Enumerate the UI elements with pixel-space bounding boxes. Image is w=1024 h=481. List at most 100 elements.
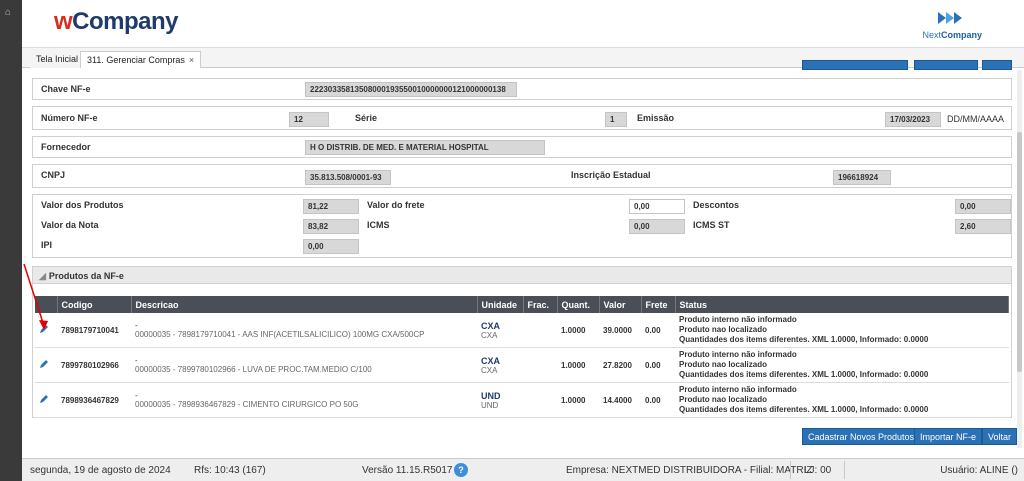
valor-produtos-field[interactable]: 81,22 <box>303 199 359 214</box>
valores-panel: Valor dos Produtos 81,22 Valor do frete … <box>32 194 1012 258</box>
red-arrow-annotation <box>23 263 48 330</box>
quant-cell: 1.0000 <box>557 313 599 348</box>
status-bar: segunda, 19 de agosto de 2024 Rfs: 10:43… <box>22 458 1024 481</box>
icms-label: ICMS <box>367 220 390 230</box>
numero-label: Número NF-e <box>41 113 98 123</box>
help-icon[interactable]: ? <box>454 463 468 477</box>
fornecedor-field[interactable]: H O DISTRIB. DE MED. E MATERIAL HOSPITAL <box>305 140 545 155</box>
ipi-label: IPI <box>41 240 53 250</box>
descricao-cell: - 00000035 - 7898179710041 - AAS INF(ACE… <box>131 313 477 348</box>
wcompany-logo: wCompany <box>54 8 179 35</box>
codigo-cell: 7898936467829 <box>57 382 131 418</box>
cnpj-label: CNPJ <box>41 170 66 180</box>
voltar-button[interactable]: Voltar <box>982 428 1018 445</box>
unidade-cell: UND UND <box>477 382 523 418</box>
cadastrar-novos-produtos-button[interactable]: Cadastrar Novos Produtos <box>802 428 921 445</box>
frac-cell <box>523 313 557 348</box>
codigo-cell: 7898179710041 <box>57 313 131 348</box>
status-cell: Produto interno não informado Produto na… <box>675 382 1009 418</box>
app-header: wCompany NextCompany <box>22 0 1024 48</box>
footer-separator <box>844 461 845 479</box>
pencil-icon[interactable] <box>39 394 49 404</box>
fornecedor-label: Fornecedor <box>41 142 91 152</box>
footer-separator <box>790 461 791 479</box>
inscricao-estadual-field[interactable]: 196618924 <box>833 170 891 185</box>
frete-cell: 0.00 <box>641 347 675 383</box>
footer-rfs: Rfs: 10:43 (167) <box>194 465 266 476</box>
table-row[interactable]: 7899780102966 - 00000035 - 7899780102966… <box>35 347 1009 383</box>
produtos-table: Codigo Descricao Unidade Frac. Quant. Va… <box>35 296 1009 418</box>
column-header-descricao: Descricao <box>131 296 478 313</box>
fornecedor-panel: Fornecedor H O DISTRIB. DE MED. E MATERI… <box>32 136 1012 158</box>
serie-field[interactable]: 1 <box>605 112 627 127</box>
column-header-unidade: Unidade <box>477 296 524 313</box>
column-header-frac: Frac. <box>523 296 558 313</box>
scrollbar-thumb[interactable] <box>1017 132 1022 372</box>
inscricao-estadual-label: Inscrição Estadual <box>571 170 651 180</box>
quant-cell: 1.0000 <box>557 382 599 418</box>
descricao-cell: - 00000035 - 7898936467829 - CIMENTO CIR… <box>131 382 477 418</box>
descontos-field[interactable]: 0,00 <box>955 199 1011 214</box>
icms-st-field[interactable]: 2,60 <box>955 219 1011 234</box>
cnpj-panel: CNPJ 35.813.508/0001-93 Inscrição Estadu… <box>32 164 1012 188</box>
footer-version: Versão 11.15.R5017 <box>362 465 453 476</box>
footer-empresa: Empresa: NEXTMED DISTRIBUIDORA - Filial:… <box>566 465 813 476</box>
status-cell: Produto interno não informado Produto na… <box>675 313 1009 348</box>
tab-tela-inicial[interactable]: Tela Inicial <box>30 51 85 68</box>
table-row[interactable]: 7898179710041 - 00000035 - 7898179710041… <box>35 313 1009 348</box>
pencil-icon[interactable] <box>39 359 49 369</box>
numero-field[interactable]: 12 <box>289 112 329 127</box>
produtos-section-header[interactable]: ◢ Produtos da NF-e <box>32 266 1012 284</box>
column-header-codigo: Codigo <box>57 296 132 313</box>
serie-label: Série <box>355 113 378 123</box>
left-sidebar: ⌂ <box>0 0 22 481</box>
valor-cell: 27.8200 <box>599 347 641 383</box>
chave-field[interactable]: 2223033581350800019355001000000012100000… <box>305 82 517 97</box>
frac-cell <box>523 382 557 418</box>
valor-nota-label: Valor da Nota <box>41 220 99 230</box>
column-header-status: Status <box>675 296 1009 313</box>
frete-cell: 0.00 <box>641 313 675 348</box>
close-icon[interactable]: × <box>189 55 194 65</box>
table-row[interactable]: 7898936467829 - 00000035 - 7898936467829… <box>35 382 1009 418</box>
valor-frete-field[interactable]: 0,00 <box>629 199 685 214</box>
valor-frete-label: Valor do frete <box>367 200 425 210</box>
chave-panel: Chave NF-e 22230335813508000193550010000… <box>32 78 1012 100</box>
valor-nota-field[interactable]: 83,82 <box>303 219 359 234</box>
cnpj-field[interactable]: 35.813.508/0001-93 <box>305 170 391 185</box>
chave-label: Chave NF-e <box>41 84 91 94</box>
icms-st-label: ICMS ST <box>693 220 730 230</box>
frete-cell: 0.00 <box>641 382 675 418</box>
unidade-cell: CXA CXA <box>477 313 523 348</box>
cadastrar-button-top[interactable] <box>802 60 908 70</box>
frac-cell <box>523 347 557 383</box>
valor-cell: 39.0000 <box>599 313 641 348</box>
emissao-field[interactable]: 17/03/2023 <box>885 112 941 127</box>
emissao-format-hint: DD/MM/AAAA <box>947 114 1005 124</box>
home-icon[interactable]: ⌂ <box>5 8 17 18</box>
voltar-button-top[interactable] <box>982 60 1012 70</box>
valor-cell: 14.4000 <box>599 382 641 418</box>
importar-button-top[interactable] <box>914 60 978 70</box>
produtos-panel: Codigo Descricao Unidade Frac. Quant. Va… <box>32 284 1012 418</box>
nextcompany-logo-text: NextCompany <box>922 30 982 40</box>
column-header-valor: Valor <box>599 296 642 313</box>
codigo-cell: 7899780102966 <box>57 347 131 383</box>
column-header-frete: Frete <box>641 296 676 313</box>
descricao-cell: - 00000035 - 7899780102966 - LUVA DE PRO… <box>131 347 477 383</box>
edit-cell[interactable] <box>35 347 57 383</box>
footer-date: segunda, 19 de agosto de 2024 <box>30 465 171 476</box>
footer-lj: LJ: 00 <box>804 465 832 476</box>
edit-cell[interactable] <box>35 382 57 418</box>
column-header-quant: Quant. <box>557 296 600 313</box>
ipi-field[interactable]: 0,00 <box>303 239 359 254</box>
valor-produtos-label: Valor dos Produtos <box>41 200 124 210</box>
importar-nfe-button[interactable]: Importar NF-e <box>914 428 983 445</box>
status-cell: Produto interno não informado Produto na… <box>675 347 1009 383</box>
descontos-label: Descontos <box>693 200 740 210</box>
numero-panel: Número NF-e 12 Série 1 Emissão 17/03/202… <box>32 106 1012 130</box>
emissao-label: Emissão <box>637 113 675 123</box>
icms-field[interactable]: 0,00 <box>629 219 685 234</box>
unidade-cell: CXA CXA <box>477 347 523 383</box>
tab-gerenciar-compras[interactable]: 311. Gerenciar Compras × <box>80 51 202 68</box>
